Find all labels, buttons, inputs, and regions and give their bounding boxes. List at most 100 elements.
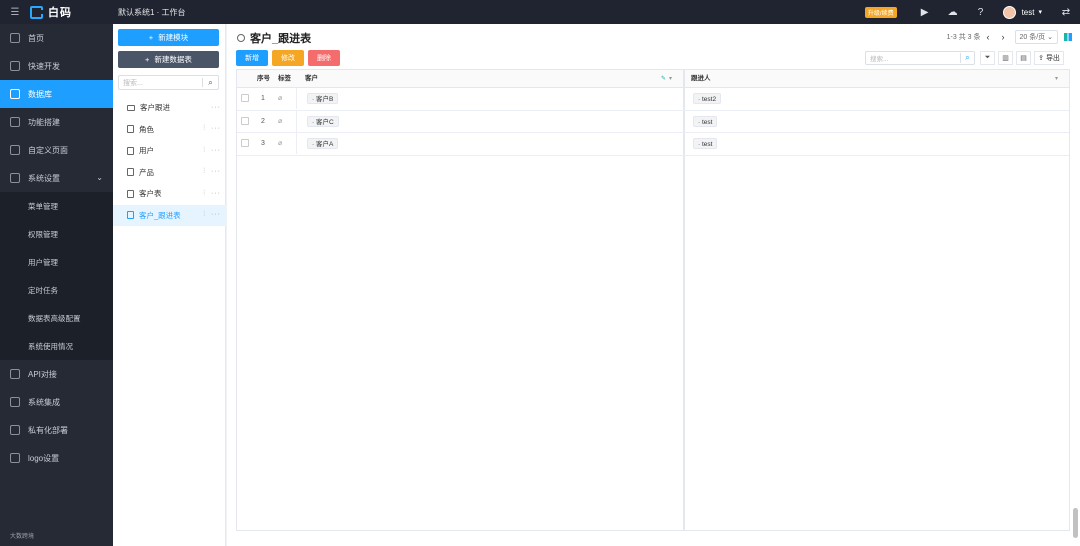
tree-item-label: 客户表 [139,189,162,199]
more-icon[interactable]: ··· [211,104,221,111]
file-icon [127,211,134,220]
image-icon [10,453,20,463]
sidebar-item-logo-settings[interactable]: logo设置 [0,444,113,472]
sidebar-item-home[interactable]: 首页 [0,24,113,52]
cloud-icon[interactable]: ☁ [939,7,967,18]
follower-tag[interactable]: · test2 [693,93,722,104]
more-icon[interactable]: ··· [211,168,221,175]
chevron-down-icon[interactable]: ▾ [1038,8,1042,16]
chart-icon[interactable]: ▥ [998,51,1013,65]
sidebar-subitem-permission[interactable]: 权限管理 [0,220,113,248]
scrollbar[interactable] [1073,508,1078,538]
tree-item-label: 用户 [139,146,154,156]
more-icon[interactable]: ··· [211,147,221,154]
grid-search-input[interactable]: 搜索... ⌕ [865,51,975,65]
chevron-down-icon[interactable]: ▾ [1055,70,1058,88]
column-settings-icon[interactable]: ▤ [1016,51,1031,65]
column-header-seq[interactable]: 序号 [257,70,270,88]
settings-icon[interactable]: ⫶ [203,147,206,154]
username[interactable]: test [1022,8,1035,17]
attachment-icon[interactable]: ⌀ [278,111,282,132]
logo[interactable]: 白码 [30,4,112,20]
new-module-button[interactable]: + 新建模块 [118,29,219,46]
sidebar-subitem-menu[interactable]: 菜单管理 [0,192,113,220]
more-icon[interactable]: ··· [211,125,221,132]
customer-tag[interactable]: · 客户C [307,115,339,127]
sidebar-item-private-deploy[interactable]: 私有化部署 [0,416,113,444]
add-button[interactable]: 新增 [236,50,268,66]
table-row[interactable]: 2 ⌀ · 客户C · test [237,110,1069,133]
filter-icon[interactable]: ⏷ [980,51,995,65]
settings-icon[interactable]: ⫶ [203,211,206,218]
tree-item-folder[interactable]: 客户跟进 ··· [113,97,226,119]
system-title[interactable]: 默认系统1 · 工作台 [118,7,186,18]
edit-button[interactable]: 修改 [272,50,304,66]
table-row[interactable]: 1 ⌀ · 客户B · test2 [237,88,1069,111]
chevron-left-icon[interactable]: ‹ [987,32,990,42]
sidebar-item-system-settings[interactable]: 系统设置 ⌄ [0,164,113,192]
sidebar-item-function-build[interactable]: 功能搭建 [0,108,113,136]
sidebar-subitem-user[interactable]: 用户管理 [0,248,113,276]
play-icon[interactable]: ▶ [911,7,939,18]
tree-item-table[interactable]: 用户 ⫶ ··· [113,140,226,162]
attachment-icon[interactable]: ⌀ [278,133,282,154]
customer-tag[interactable]: · 客户A [307,138,339,149]
chevron-right-icon[interactable]: › [1002,32,1005,42]
tree-item-table-active[interactable]: 客户_跟进表 ⫶ ··· [113,204,226,226]
sidebar-item-database[interactable]: 数据库 [0,80,113,108]
tree-item-table[interactable]: 产品 ⫶ ··· [113,162,226,184]
sidebar-subitem-table-config[interactable]: 数据表高级配置 [0,304,113,332]
column-header-customer[interactable]: 客户 [305,70,318,88]
follower-tag[interactable]: · test [693,138,718,149]
export-button[interactable]: ⇪ 导出 [1034,51,1064,65]
settings-icon[interactable]: ⫶ [203,190,206,197]
settings-icon[interactable]: ⫶ [203,125,206,132]
row-checkbox[interactable] [241,139,249,147]
file-icon [127,125,134,134]
help-icon[interactable]: ? [967,7,995,18]
edit-column-icon[interactable]: ✎ [661,70,666,88]
switch-icon[interactable]: ⇄ [1052,7,1080,18]
folder-icon [127,104,135,111]
avatar[interactable] [1002,5,1016,19]
sidebar-subitem-usage[interactable]: 系统使用情况 [0,332,113,360]
chevron-down-icon[interactable]: ▾ [669,70,672,88]
tree-search-input[interactable]: 搜索... ⌕ [118,75,219,90]
menu-toggle-icon[interactable]: ☰ [0,0,30,24]
more-icon[interactable]: ··· [211,190,221,197]
tree-item-table[interactable]: 角色 ⫶ ··· [113,119,226,141]
customer-tag[interactable]: · 客户B [307,93,339,104]
refresh-icon[interactable] [237,34,245,42]
search-icon[interactable]: ⌕ [960,53,974,63]
tree-item-label: 客户_跟进表 [139,210,181,220]
sidebar-subitem-schedule[interactable]: 定时任务 [0,276,113,304]
delete-button[interactable]: 删除 [308,50,340,66]
title-bar: 客户_跟进表 [237,30,311,46]
follower-tag[interactable]: · test [693,115,718,127]
settings-icon[interactable]: ⫶ [203,168,206,175]
cube-icon [10,61,20,71]
row-checkbox[interactable] [241,94,249,102]
search-icon[interactable]: ⌕ [202,78,218,87]
sidebar-item-api[interactable]: API对接 [0,360,113,388]
sidebar-item-integration[interactable]: 系统集成 [0,388,113,416]
attachment-icon[interactable]: ⌀ [278,88,282,109]
tree-item-table[interactable]: 客户表 ⫶ ··· [113,183,226,205]
column-header-follower[interactable]: 跟进人 [691,70,711,88]
page-size-select[interactable]: 20 条/页 ⌄ [1014,30,1058,44]
sidebar-item-quick-dev[interactable]: 快速开发 [0,52,113,80]
watermark: 大数跨境 [10,534,35,540]
table-row[interactable]: 3 ⌀ · 客户A · test [237,133,1069,156]
tree-item-tools: ⫶ ··· [203,190,221,198]
upgrade-button[interactable]: 升级/续费 [864,6,897,18]
sidebar-item-label: 系统集成 [28,397,60,407]
more-icon[interactable]: ··· [211,211,221,218]
plus-icon: + [148,33,154,42]
row-checkbox[interactable] [241,116,249,125]
sidebar-item-custom-page[interactable]: 自定义页面 [0,136,113,164]
new-table-button[interactable]: + 新建数据表 [118,51,219,68]
column-header-tag[interactable]: 标签 [278,70,291,88]
layout-icon[interactable] [1064,33,1072,41]
top-bar: ☰ 白码 默认系统1 · 工作台 升级/续费 ▶ ☁ ? test ▾ ⇄ [0,0,1080,24]
table-tree-panel: + 新建模块 + 新建数据表 搜索... ⌕ 客户跟进 ··· 角色 ⫶ ··· 用户 ⫶ ·… [113,24,226,546]
